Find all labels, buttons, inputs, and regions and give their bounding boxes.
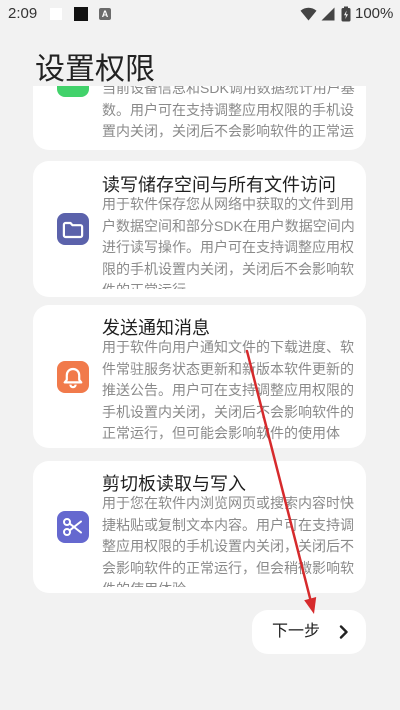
chevron-right-icon <box>336 624 352 640</box>
next-button[interactable]: 下一步 <box>252 610 366 654</box>
status-time: 2:09 <box>8 5 38 22</box>
description-line: 件常驻服务状态更新和新版本软件更新的 <box>102 360 354 377</box>
permission-card-clipboard: 剪切板读取与写入 用于您在软件内浏览网页或搜索内容时快 捷粘贴或复制文本内容。用… <box>33 461 366 593</box>
permission-settings-screen: 2:09 A 100% 设置权限 当前设备信息和SDK调用数据统计用户基 数。用… <box>0 0 400 710</box>
description-line: 手机设置内关闭，关闭后不会影响软件的 <box>102 403 354 420</box>
description-line: 限的手机设置内关闭，关闭后不会影响软 <box>102 260 354 277</box>
white-square-icon <box>50 8 62 20</box>
description-line: 户数据空间和部分SDK在用户数据空间内 <box>102 217 355 234</box>
description-line: 件的正常运行 <box>102 280 360 289</box>
page-title: 设置权限 <box>35 53 155 86</box>
signal-icon <box>321 7 335 21</box>
permission-description: 用于您在软件内浏览网页或搜索内容时快 捷粘贴或复制文本内容。用户可在支持调 整应… <box>102 493 360 587</box>
description-line: 置内关闭，关闭后不会影响软件的正常运 <box>102 123 354 139</box>
permission-card-storage: 读写储存空间与所有文件访问 用于软件保存您从网络中获取的文件到用 户数据空间和部… <box>33 161 366 297</box>
black-square-icon <box>74 7 88 21</box>
scissors-icon <box>57 511 89 543</box>
description-line: 件的使用体验 <box>102 579 360 587</box>
description-line: 用于软件保存您从网络中获取的文件到用 <box>102 196 354 212</box>
description-line: 用于您在软件内浏览网页或搜索内容时快 <box>102 495 354 511</box>
battery-percent: 100% <box>355 5 394 22</box>
description-line: 进行读写操作。用户可在支持调整应用权 <box>102 239 354 255</box>
a-letter-icon: A <box>99 8 111 20</box>
description-line: 整应用权限的手机设置内关闭，关闭后不 <box>102 538 354 554</box>
next-button-label: 下一步 <box>272 623 321 640</box>
permission-description: 用于软件向用户通知文件的下载进度、软 件常驻服务状态更新和新版本软件更新的 推送… <box>102 337 360 445</box>
page-header: 2:09 A 100% 设置权限 <box>0 0 400 86</box>
status-bar: 2:09 A 100% <box>0 0 400 28</box>
battery-icon <box>341 6 351 22</box>
wifi-icon <box>300 7 317 21</box>
description-line: 正常运行，但可能会影响软件的使用体 <box>102 425 340 441</box>
bell-icon <box>57 360 89 393</box>
permission-description: 用于软件保存您从网络中获取的文件到用 户数据空间和部分SDK在用户数据空间内 进… <box>102 194 360 289</box>
description-line: 数。用户可在支持调整应用权限的手机设 <box>102 101 354 118</box>
description-line: 推送公告。用户可在支持调整应用权限的 <box>102 382 354 398</box>
permission-card-notification: 发送通知消息 用于软件向用户通知文件的下载进度、软 件常驻服务状态更新和新版本软… <box>33 305 366 448</box>
description-line: 会影响软件的正常运行，但会稍微影响软 <box>102 559 354 576</box>
description-line: 用于软件向用户通知文件的下载进度、软 <box>102 339 354 355</box>
folder-icon <box>57 213 89 245</box>
a-letter-icon-text: A <box>101 9 109 19</box>
description-line: 捷粘贴或复制文本内容。用户可在支持调 <box>102 516 354 533</box>
